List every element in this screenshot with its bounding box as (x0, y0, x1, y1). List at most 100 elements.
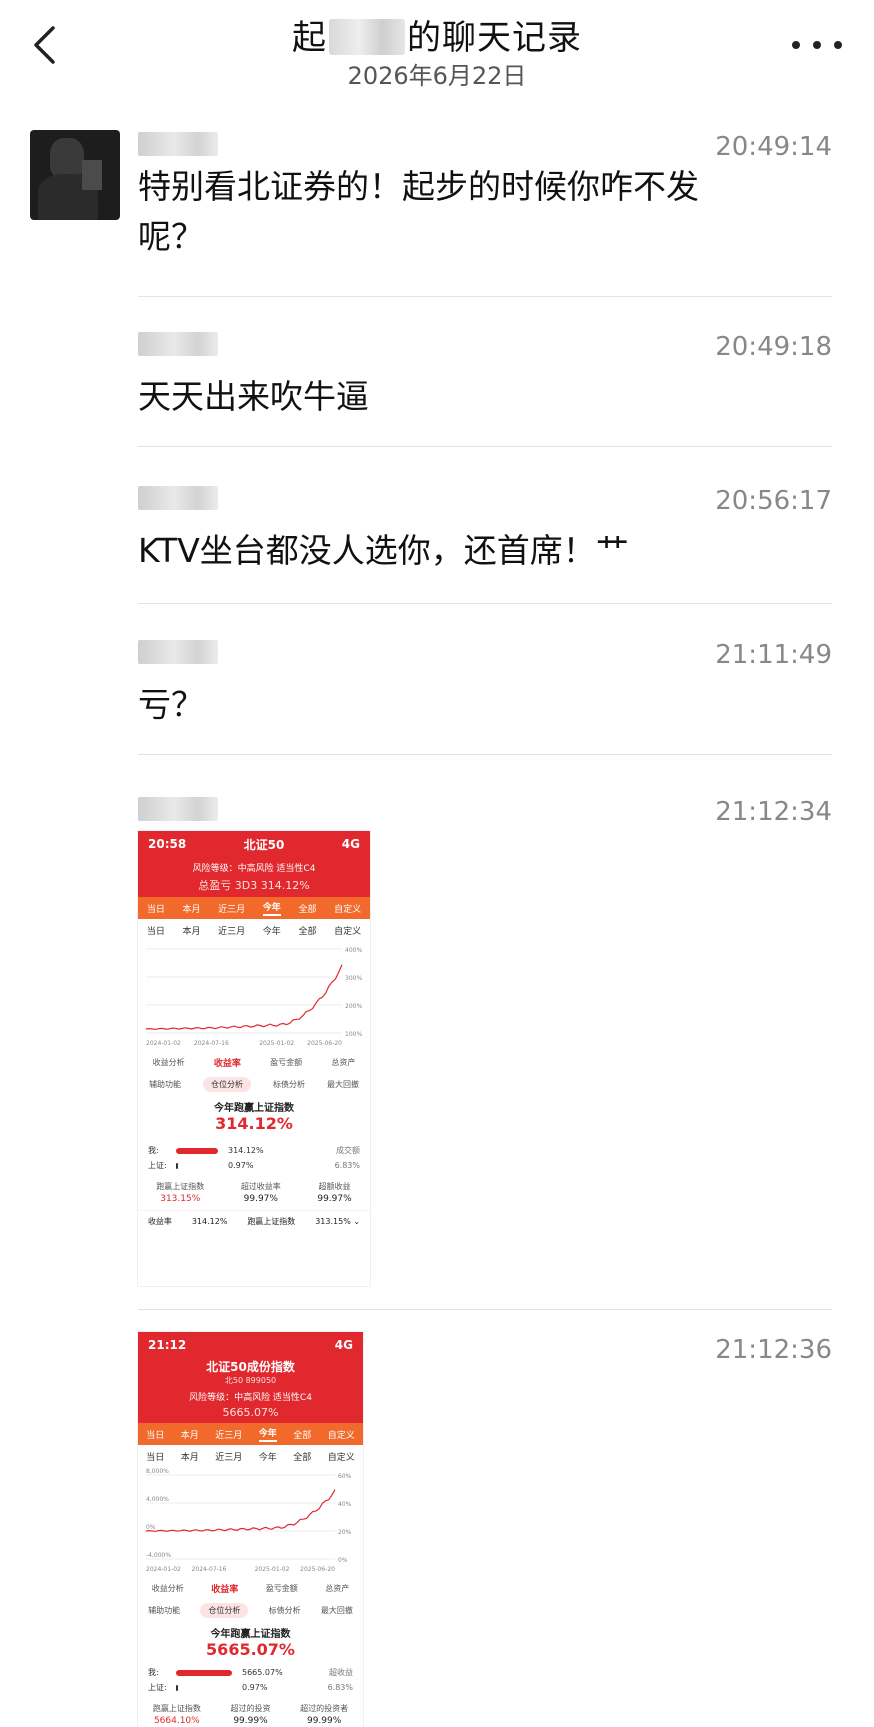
stat-cell: 跑赢上证指数 5664.10% (152, 1704, 201, 1726)
range-tab[interactable]: 全部 (293, 1428, 311, 1441)
function-tab[interactable]: 仓位分析 (203, 1076, 251, 1092)
message-text: 特别看北证券的！起步的时候你咋不发 呢？ (138, 167, 699, 256)
range-tabs-secondary[interactable]: 当日 本月 近三月 今年 全部 自定义 (138, 1445, 363, 1467)
range-tabs[interactable]: 当日 本月 近三月 今年 全部 自定义 (138, 1423, 363, 1445)
series-line (145, 1489, 336, 1532)
range-tab[interactable]: 全部 (298, 902, 316, 915)
message-time: 21:12:36 (715, 1335, 832, 1365)
risk-label: 风险等级：中高风险 适当性C4 (192, 864, 316, 874)
analysis-tabs[interactable]: 收益分析 收益率 盈亏金额 总资产 (138, 1051, 370, 1073)
beat-index-value: 314.12% (215, 1114, 293, 1133)
function-tab[interactable]: 标债分析 (269, 1605, 301, 1616)
range-tab[interactable]: 今年 (258, 1426, 277, 1442)
message-item: 20:49:18 天天出来吹牛逼 (138, 332, 832, 422)
sender-name (138, 797, 218, 827)
divider (138, 296, 832, 297)
analysis-tabs[interactable]: 收益分析 收益率 盈亏金额 总资产 (138, 1577, 363, 1599)
x-tick-label: 2025-01-02 (259, 1040, 294, 1047)
range-tab[interactable]: 自定义 (328, 1428, 355, 1441)
range-tab-secondary[interactable]: 当日 (146, 1450, 164, 1463)
y-tick-label: 200% (345, 1003, 362, 1010)
analysis-tab[interactable]: 盈亏金额 (270, 1057, 302, 1068)
page-title: 起的聊天记录 (292, 18, 582, 58)
range-tab-secondary[interactable]: 自定义 (334, 924, 361, 937)
sender-name (138, 486, 218, 516)
function-tab[interactable]: 标债分析 (273, 1079, 305, 1090)
index-title: 北证50成份指数 (206, 1360, 295, 1374)
x-tick-label: 2024-07-16 (192, 1566, 227, 1573)
range-tab[interactable]: 自定义 (334, 902, 361, 915)
y-tick-label: 20% (338, 1529, 352, 1536)
summary-item: 跑赢上证指数 (247, 1217, 296, 1226)
function-tab[interactable]: 最大回撤 (321, 1605, 353, 1616)
x-tick-label: 2025-06-20 (300, 1566, 335, 1573)
function-tab[interactable]: 辅助功能 (149, 1079, 181, 1090)
range-tab-secondary[interactable]: 今年 (259, 1450, 277, 1463)
range-tab-secondary[interactable]: 本月 (181, 1450, 199, 1463)
message-time: 20:49:18 (715, 332, 832, 362)
x-tick-label: 2024-01-02 (146, 1040, 181, 1047)
function-tabs[interactable]: 辅助功能 仓位分析 标债分析 最大回撤 (138, 1073, 370, 1095)
range-tab-secondary[interactable]: 近三月 (215, 1450, 242, 1463)
analysis-tab[interactable]: 收益分析 (153, 1057, 185, 1068)
range-tab[interactable]: 当日 (146, 1428, 164, 1441)
return-chart: 400% 300% 200% 100% 2024-01-02 2024-07-16 2025… (145, 947, 362, 1047)
range-tab[interactable]: 当日 (147, 902, 165, 915)
divider (138, 603, 832, 604)
range-tabs-secondary[interactable]: 当日 本月 近三月 今年 全部 自定义 (138, 919, 370, 941)
analysis-tab[interactable]: 总资产 (331, 1057, 355, 1068)
analysis-tab[interactable]: 盈亏金额 (266, 1583, 298, 1594)
analysis-tab[interactable]: 收益率 (214, 1056, 241, 1069)
y-tick-label: 60% (338, 1473, 352, 1480)
more-icon[interactable] (792, 30, 842, 60)
x-tick-label: 2025-06-20 (307, 1040, 342, 1047)
beat-index-label: 今年跑赢上证指数 (210, 1629, 291, 1640)
risk-label: 风险等级：中高风险 适当性C4 (189, 1393, 312, 1403)
range-tab-secondary[interactable]: 自定义 (328, 1450, 355, 1463)
function-tab[interactable]: 辅助功能 (148, 1605, 180, 1616)
range-tab[interactable]: 今年 (262, 900, 281, 916)
divider (138, 446, 832, 447)
range-tab-secondary[interactable]: 当日 (147, 924, 165, 937)
summary-item: 314.12% (191, 1217, 228, 1226)
total-pnl: 总盈亏 3D3 314.12% (198, 879, 310, 892)
message-time: 21:11:49 (715, 640, 832, 670)
y-tick-label-left: -4,000% (146, 1552, 171, 1559)
x-tick-label: 2024-01-02 (146, 1566, 181, 1573)
avatar[interactable] (30, 130, 120, 220)
function-tab[interactable]: 最大回撤 (327, 1079, 359, 1090)
function-tab[interactable]: 仓位分析 (200, 1602, 249, 1618)
range-tab-secondary[interactable]: 全部 (298, 924, 316, 937)
range-tab-secondary[interactable]: 今年 (263, 924, 281, 937)
y-tick-label: 40% (338, 1501, 352, 1508)
stat-cell: 跑赢上证指数 313.15% (156, 1182, 205, 1204)
range-tab[interactable]: 本月 (182, 902, 200, 915)
range-tabs[interactable]: 当日 本月 近三月 今年 全部 自定义 (138, 897, 370, 919)
range-tab[interactable]: 本月 (181, 1428, 199, 1441)
message-time: 20:56:17 (715, 486, 832, 516)
range-tab-secondary[interactable]: 本月 (182, 924, 200, 937)
range-tab[interactable]: 近三月 (215, 1428, 242, 1441)
summary-item: 收益率 (147, 1217, 172, 1226)
message-text: KTV坐台都没人选你，还首席！艹 (138, 531, 629, 570)
analysis-tab[interactable]: 收益率 (211, 1582, 238, 1595)
image-message-shot2[interactable]: 21:12 4G 北证50成份指数 北50 899050 风险等级：中高风险 适当… (138, 1332, 363, 1727)
summary-item: 313.15% ⌄ (315, 1217, 361, 1226)
analysis-tab[interactable]: 收益分析 (152, 1583, 184, 1594)
summary-bar: 收益率 314.12% 跑赢上证指数 313.15% ⌄ (138, 1210, 370, 1232)
image-message-shot1[interactable]: 20:58 北证50 4G 风险等级：中高风险 适当性C4 总盈亏 3D3 314.… (138, 831, 370, 1286)
y-tick-label-left: 4,000% (146, 1496, 169, 1503)
function-tabs[interactable]: 辅助功能 仓位分析 标债分析 最大回撤 (138, 1599, 363, 1621)
range-tab-secondary[interactable]: 全部 (293, 1450, 311, 1463)
stat-cell: 超过收益率 99.97% (240, 1182, 281, 1204)
return-chart: 60% 40% 20% 0% 8,000% 4,000% 0% -4,000% 2024-01-… (145, 1468, 352, 1573)
stat-cell: 超过的投资 99.99% (230, 1704, 271, 1726)
y-tick-label: 100% (345, 1031, 362, 1038)
stat-cell: 超额收益 99.97% (317, 1182, 352, 1204)
analysis-tab[interactable]: 总资产 (325, 1583, 349, 1594)
chat-date: 2026年6月22日 (347, 62, 527, 90)
range-tab[interactable]: 近三月 (218, 902, 245, 915)
message-text: 天天出来吹牛逼 (138, 377, 369, 416)
range-tab-secondary[interactable]: 近三月 (218, 924, 245, 937)
redacted-name (329, 19, 405, 55)
